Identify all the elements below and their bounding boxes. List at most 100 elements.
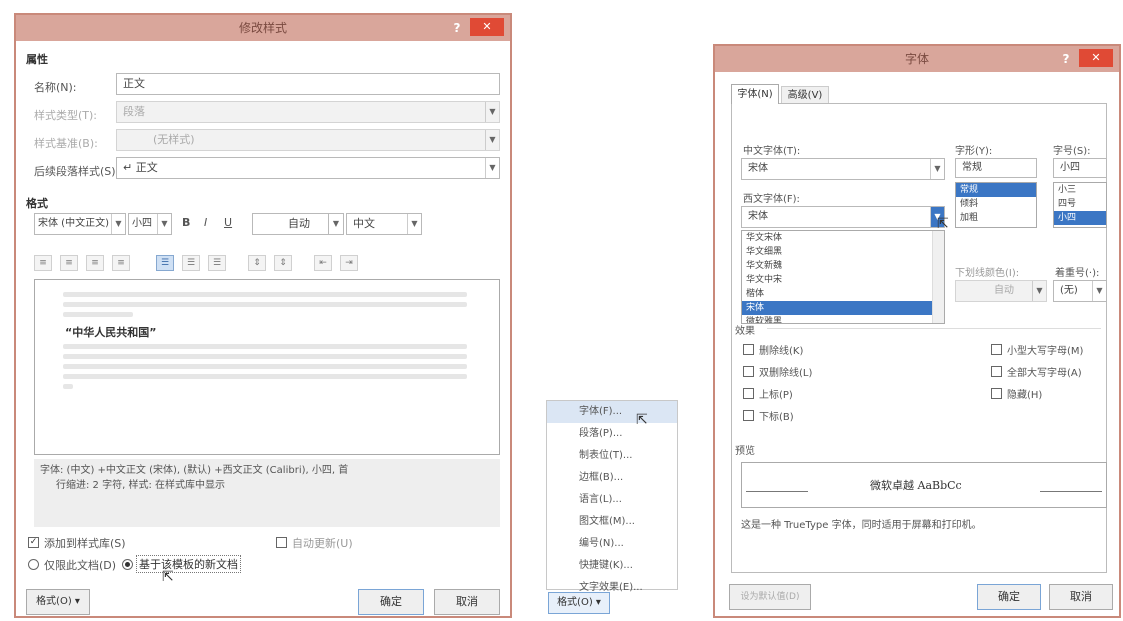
chinese-font-label: 中文字体(T): bbox=[743, 146, 801, 157]
cancel-button[interactable]: 取消 bbox=[434, 589, 500, 615]
italic-button[interactable]: I bbox=[204, 216, 207, 229]
decrease-indent-icon[interactable]: ⇤ bbox=[314, 255, 332, 271]
help-icon[interactable]: ? bbox=[448, 15, 466, 41]
format-menu-item[interactable]: 图文框(M)... bbox=[547, 511, 677, 533]
western-font-option[interactable]: 楷体 bbox=[742, 287, 944, 301]
font-color-value: 自动 bbox=[288, 217, 310, 230]
based-on-select[interactable]: (无样式) ▼ bbox=[116, 129, 500, 151]
format-menu-item[interactable]: 字体(F)... bbox=[547, 401, 677, 423]
auto-update-checkbox[interactable] bbox=[276, 537, 287, 548]
modify-style-dialog: 修改样式 ? ✕ 属性 名称(N): 正文 样式类型(T): 段落 ▼ 样式基准… bbox=[14, 13, 512, 618]
size-select[interactable]: 小四 ▼ bbox=[128, 213, 172, 235]
western-font-option[interactable]: 宋体 bbox=[742, 301, 944, 315]
format-menu-item[interactable]: 段落(P)... bbox=[547, 423, 677, 445]
tab-font[interactable]: 字体(N) bbox=[731, 84, 779, 104]
format-menu-item[interactable]: 边框(B)... bbox=[547, 467, 677, 489]
align-center-icon[interactable]: ≡ bbox=[60, 255, 78, 271]
effect-checkbox[interactable] bbox=[743, 410, 754, 421]
western-font-dropdown-list[interactable]: 华文宋体 华文细黑 华文新魏 华文中宋 楷体 宋体 微软雅黑 bbox=[741, 230, 945, 324]
effect-checkbox[interactable] bbox=[991, 344, 1002, 355]
font-color-dropdown[interactable]: ▼ bbox=[328, 213, 344, 235]
font-select[interactable]: 宋体 (中文正文) ▼ bbox=[34, 213, 126, 235]
bold-button[interactable]: B bbox=[182, 216, 190, 229]
format-menu-item[interactable]: 语言(L)... bbox=[547, 489, 677, 511]
ok-button[interactable]: 确定 bbox=[977, 584, 1041, 610]
increase-indent-icon[interactable]: ⇥ bbox=[340, 255, 358, 271]
chevron-down-icon: ▼ bbox=[332, 219, 340, 228]
font-size-option[interactable]: 小三 bbox=[1054, 183, 1106, 197]
effect-checkbox[interactable] bbox=[743, 388, 754, 399]
western-font-option[interactable]: 微软雅黑 bbox=[742, 315, 944, 323]
western-font-option[interactable]: 华文宋体 bbox=[742, 231, 944, 245]
chevron-down-icon: ▼ bbox=[1032, 281, 1046, 301]
auto-update-label: 自动更新(U) bbox=[292, 537, 353, 550]
tab-advanced[interactable]: 高级(V) bbox=[781, 86, 829, 104]
chevron-down-icon: ▼ bbox=[157, 214, 171, 234]
close-button[interactable]: ✕ bbox=[1079, 49, 1113, 67]
align-right-icon[interactable]: ≡ bbox=[86, 255, 104, 271]
preview-next-paragraph-line bbox=[63, 354, 467, 359]
style-preview: “中华人民共和国” bbox=[34, 279, 500, 455]
format-menu-item[interactable]: 制表位(T)... bbox=[547, 445, 677, 467]
font-size-option[interactable]: 小四 bbox=[1054, 211, 1106, 225]
new-docs-template-radio[interactable] bbox=[122, 559, 133, 570]
effect-label: 双删除线(L) bbox=[759, 368, 813, 379]
cancel-button[interactable]: 取消 bbox=[1049, 584, 1113, 610]
western-font-option[interactable]: 华文新魏 bbox=[742, 259, 944, 273]
font-style-option[interactable]: 倾斜 bbox=[956, 197, 1036, 211]
font-style-list[interactable]: 常规 倾斜 加粗 bbox=[955, 182, 1037, 228]
font-preview-text: 微软卓越 AaBbCc bbox=[870, 479, 962, 492]
underline-button[interactable]: U bbox=[224, 216, 232, 229]
dropdown-scrollbar[interactable] bbox=[932, 231, 944, 323]
set-default-button[interactable]: 设为默认值(D) bbox=[729, 584, 811, 610]
effect-label: 小型大写字母(M) bbox=[1007, 346, 1084, 357]
align-justify-icon[interactable]: ≡ bbox=[112, 255, 130, 271]
western-font-option[interactable]: 华文中宋 bbox=[742, 273, 944, 287]
format-dropdown-menu: 字体(F)... 段落(P)... 制表位(T)... 边框(B)... 语言(L)..… bbox=[546, 400, 678, 593]
font-color-select[interactable]: 自动 bbox=[252, 213, 340, 235]
chinese-font-select[interactable]: 宋体 ▼ bbox=[741, 158, 945, 180]
format-menu-button[interactable]: 格式(O) ▾ bbox=[26, 589, 90, 615]
format-menu-item[interactable]: 快捷键(K)... bbox=[547, 555, 677, 577]
emphasis-select[interactable]: (无) ▼ bbox=[1053, 280, 1107, 302]
next-style-select[interactable]: ↵ 正文 ▼ bbox=[116, 157, 500, 179]
space-before-icon[interactable]: ⇕ bbox=[248, 255, 266, 271]
western-font-select[interactable]: 宋体 ▼ bbox=[741, 206, 945, 228]
preview-baseline-left bbox=[746, 491, 808, 492]
line-spacing-single-icon[interactable]: ☰ bbox=[156, 255, 174, 271]
preview-prev-paragraph-line bbox=[63, 292, 467, 297]
close-button[interactable]: ✕ bbox=[470, 18, 504, 36]
effect-checkbox[interactable] bbox=[743, 344, 754, 355]
dialog-titlebar: 字体 ? ✕ bbox=[715, 46, 1119, 72]
font-style-option[interactable]: 加粗 bbox=[956, 211, 1036, 225]
line-spacing-onehalf-icon[interactable]: ☰ bbox=[208, 255, 226, 271]
language-select[interactable]: 中文 ▼ bbox=[346, 213, 422, 235]
help-icon[interactable]: ? bbox=[1057, 46, 1075, 72]
effect-checkbox[interactable] bbox=[743, 366, 754, 377]
based-on-value: (无样式) bbox=[153, 133, 195, 146]
font-size-option[interactable]: 四号 bbox=[1054, 197, 1106, 211]
font-style-option[interactable]: 常规 bbox=[956, 183, 1036, 197]
effect-checkbox[interactable] bbox=[991, 366, 1002, 377]
new-docs-template-label: 基于该模板的新文档 bbox=[136, 555, 241, 573]
western-font-option[interactable]: 华文细黑 bbox=[742, 245, 944, 259]
chevron-down-icon: ▼ bbox=[407, 214, 421, 234]
description-line: 行缩进: 2 字符, 样式: 在样式库中显示 bbox=[56, 480, 225, 491]
ok-button[interactable]: 确定 bbox=[358, 589, 424, 615]
style-type-select[interactable]: 段落 ▼ bbox=[116, 101, 500, 123]
add-to-gallery-checkbox[interactable]: ✓ bbox=[28, 537, 39, 548]
format-menu-button[interactable]: 格式(O) ▾ bbox=[548, 592, 610, 614]
line-spacing-double-icon[interactable]: ☰ bbox=[182, 255, 200, 271]
space-after-icon[interactable]: ⇕ bbox=[274, 255, 292, 271]
underline-color-label: 下划线颜色(I): bbox=[955, 268, 1020, 279]
font-size-input[interactable]: 小四 bbox=[1053, 158, 1107, 178]
format-menu-item[interactable]: 编号(N)... bbox=[547, 533, 677, 555]
align-left-icon[interactable]: ≡ bbox=[34, 255, 52, 271]
font-size-list[interactable]: 小三 四号 小四 bbox=[1053, 182, 1107, 228]
only-this-document-radio[interactable] bbox=[28, 559, 39, 570]
underline-color-select[interactable]: 自动 ▼ bbox=[955, 280, 1047, 302]
mouse-pointer-icon: ⇱ bbox=[162, 569, 174, 585]
font-style-input[interactable]: 常规 bbox=[955, 158, 1037, 178]
name-input[interactable]: 正文 bbox=[116, 73, 500, 95]
effect-checkbox[interactable] bbox=[991, 388, 1002, 399]
